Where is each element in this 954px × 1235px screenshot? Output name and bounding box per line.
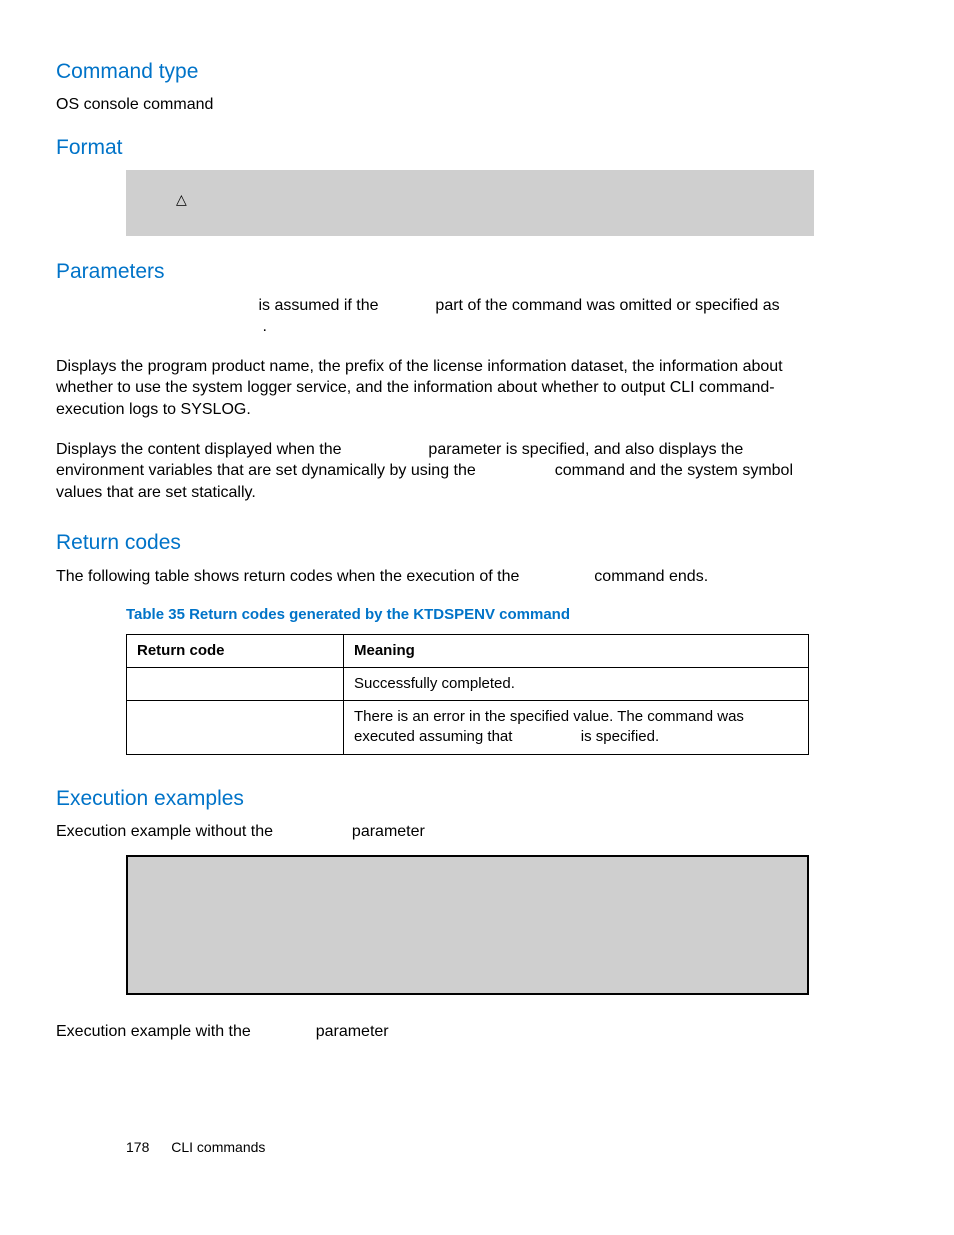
execution-line-1b: parameter — [352, 823, 425, 840]
parameters-para-3a: Displays the content displayed when the — [56, 441, 342, 458]
execution-line-2a: Execution example with the — [56, 1023, 251, 1040]
cell-meaning-2a: There is an error in the specified value… — [354, 708, 744, 745]
table-row: Successfully completed. — [127, 667, 809, 700]
execution-line-2b: parameter — [316, 1023, 389, 1040]
footer-section-name: CLI commands — [171, 1139, 265, 1155]
table-header-row: Return code Meaning — [127, 634, 809, 667]
format-code-block: △ — [126, 170, 814, 236]
page-number: 178 — [126, 1139, 149, 1155]
return-codes-intro-b: command ends. — [594, 568, 708, 585]
delta-symbol-icon: △ — [176, 190, 187, 209]
parameters-line-1b: part of the command was omitted or speci… — [435, 297, 779, 314]
cell-code-1 — [127, 667, 344, 700]
return-codes-table: Return code Meaning Successfully complet… — [126, 634, 809, 755]
cell-code-2 — [127, 701, 344, 755]
heading-command-type: Command type — [56, 58, 804, 86]
parameters-line-1c: . — [262, 318, 266, 335]
command-type-text: OS console command — [56, 94, 804, 116]
parameters-line-1: is assumed if the part of the command wa… — [206, 295, 804, 338]
col-header-meaning: Meaning — [344, 634, 809, 667]
execution-line-2: Execution example with the parameter — [56, 1021, 804, 1043]
table-row: There is an error in the specified value… — [127, 701, 809, 755]
heading-format: Format — [56, 134, 804, 162]
parameters-line-1a: is assumed if the — [258, 297, 378, 314]
execution-output-box-1 — [126, 855, 809, 995]
return-codes-intro-a: The following table shows return codes w… — [56, 568, 519, 585]
execution-line-1a: Execution example without the — [56, 823, 273, 840]
parameters-para-3: Displays the content displayed when the … — [56, 439, 804, 504]
cell-meaning-2b: is specified. — [581, 728, 659, 745]
execution-line-1: Execution example without the parameter — [56, 821, 804, 843]
heading-parameters: Parameters — [56, 258, 804, 286]
table-caption: Table 35 Return codes generated by the K… — [126, 605, 804, 625]
cell-meaning-2: There is an error in the specified value… — [344, 701, 809, 755]
parameters-para-2: Displays the program product name, the p… — [56, 356, 804, 421]
return-codes-intro: The following table shows return codes w… — [56, 566, 804, 588]
page-container: Command type OS console command Format △… — [0, 0, 954, 1235]
page-footer: 178 CLI commands — [126, 1138, 265, 1157]
cell-meaning-1: Successfully completed. — [344, 667, 809, 700]
heading-execution-examples: Execution examples — [56, 785, 804, 813]
col-header-return-code: Return code — [127, 634, 344, 667]
heading-return-codes: Return codes — [56, 529, 804, 557]
